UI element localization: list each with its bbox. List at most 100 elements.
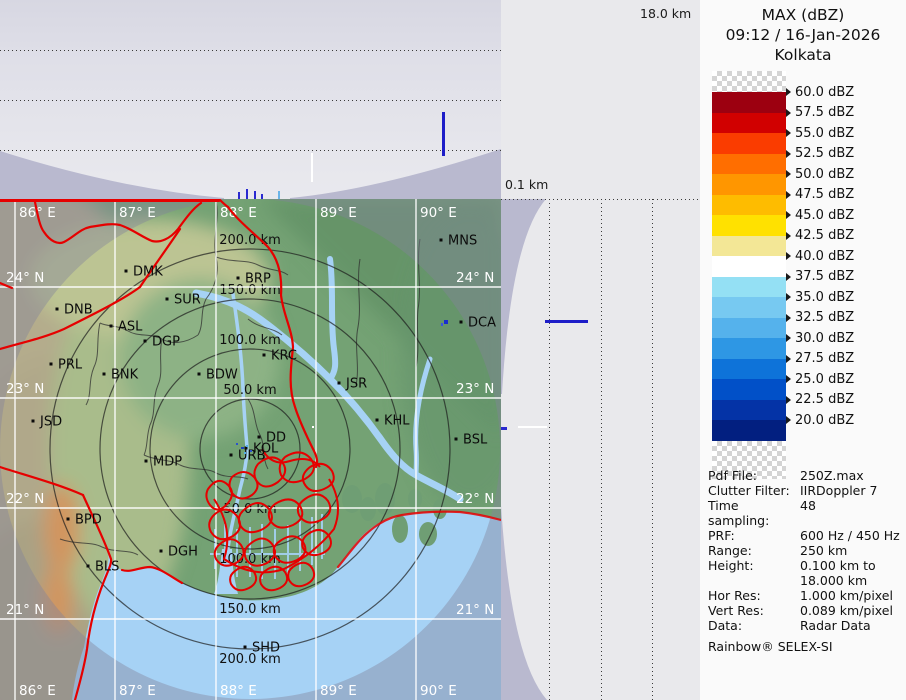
city-label: BDW: [206, 368, 238, 383]
metadata-value: 0.100 km to 18.000 km: [800, 558, 904, 588]
metadata-row: Pdf File:250Z.max: [708, 468, 904, 483]
colorbar-tick: 55.0 dBZ: [786, 125, 854, 141]
city-label: BLS: [95, 560, 119, 575]
city-dot: [198, 373, 201, 376]
height-gridline-v-5km: [549, 199, 550, 700]
height-gridline-v-15km: [652, 199, 653, 700]
city-label: DGH: [168, 545, 198, 560]
legend-title-block: MAX (dBZ) 09:12 / 16-Jan-2026 Kolkata: [700, 5, 906, 65]
tick-label: 42.5 dBZ: [795, 228, 854, 243]
range-ring-label: 200.0 km: [219, 233, 281, 248]
city-dot: [230, 454, 233, 457]
tick-label: 45.0 dBZ: [795, 208, 854, 223]
city-dot: [56, 308, 59, 311]
colorbar-tick: 30.0 dBZ: [786, 330, 854, 346]
city-dot: [237, 277, 240, 280]
city-label: SHD: [252, 641, 280, 656]
colorbar-band: [712, 297, 786, 318]
tick-label: 40.0 dBZ: [795, 249, 854, 264]
metadata-row: Hor Res:1.000 km/pixel: [708, 588, 904, 603]
height-axis-min-label: 0.1 km: [505, 177, 548, 192]
radar-echo: [250, 450, 252, 452]
tick-arrow-icon: [786, 232, 791, 240]
city-label: DMK: [133, 265, 163, 280]
ppi-map: 50.0 km50.0 km100.0 km100.0 km150.0 km15…: [0, 199, 501, 700]
range-ring-label: 50.0 km: [223, 383, 276, 398]
latitude-label: 24° N: [6, 270, 44, 286]
city-label: MDP: [153, 455, 182, 470]
city-label: DNB: [64, 303, 93, 318]
metadata-label: PRF:: [708, 528, 800, 543]
colorbar-band: [712, 154, 786, 175]
city-label: BSL: [463, 433, 488, 448]
colorbar: [712, 71, 786, 479]
colorbar-tick: 27.5 dBZ: [786, 351, 854, 367]
city-dot: [455, 438, 458, 441]
tick-label: 37.5 dBZ: [795, 269, 854, 284]
metadata-row: Clutter Filter:IIRDoppler 7: [708, 483, 904, 498]
city-label: MNS: [448, 234, 477, 249]
metadata-row: Range:250 km: [708, 543, 904, 558]
radar-echo-projection: [501, 427, 507, 430]
metadata-label: Clutter Filter:: [708, 483, 800, 498]
latitude-label: 23° N: [456, 381, 494, 397]
metadata-label: Time sampling:: [708, 498, 800, 528]
city-label: ASL: [118, 320, 143, 335]
radar-echo: [444, 320, 448, 324]
radar-echo-projection: [518, 426, 547, 428]
tick-arrow-icon: [786, 355, 791, 363]
tick-arrow-icon: [786, 191, 791, 199]
radar-echo: [441, 323, 443, 326]
metadata-value: IIRDoppler 7: [800, 483, 904, 498]
tick-arrow-icon: [786, 314, 791, 322]
city-dot: [87, 565, 90, 568]
city-dot: [258, 436, 261, 439]
colorbar-band: [712, 215, 786, 236]
city-dot: [50, 363, 53, 366]
city-dot: [125, 270, 128, 273]
colorbar-tick: 47.5 dBZ: [786, 187, 854, 203]
height-gridline-15km: [0, 50, 501, 51]
product-title: MAX (dBZ): [700, 5, 906, 25]
city-dot: [244, 646, 247, 649]
metadata-label: Range:: [708, 543, 800, 558]
longitude-label: 87° E: [119, 683, 156, 699]
metadata-value: 48: [800, 498, 904, 528]
colorbar-tick: 42.5 dBZ: [786, 228, 854, 244]
colorbar-band: [712, 113, 786, 134]
city-dot: [145, 460, 148, 463]
colorbar-tick: 20.0 dBZ: [786, 412, 854, 428]
metadata-row: Data:Radar Data: [708, 618, 904, 633]
city-dot: [32, 420, 35, 423]
latitude-label: 24° N: [456, 270, 494, 286]
city-dot: [110, 325, 113, 328]
radar-echo-projection: [246, 189, 248, 199]
colorbar-band: [712, 92, 786, 113]
longitude-label: 90° E: [420, 683, 457, 699]
colorbar-band: [712, 338, 786, 359]
product-timestamp: 09:12 / 16-Jan-2026: [700, 25, 906, 45]
radar-echo-projection: [238, 192, 240, 199]
radar-echo-projection: [545, 320, 588, 323]
city-dot: [263, 354, 266, 357]
legend-panel: MAX (dBZ) 09:12 / 16-Jan-2026 Kolkata 60…: [700, 0, 906, 700]
longitude-label: 90° E: [420, 205, 457, 221]
radar-echo: [244, 452, 246, 454]
metadata-row: PRF:600 Hz / 450 Hz: [708, 528, 904, 543]
height-axis-max-label: 18.0 km: [640, 6, 691, 21]
colorbar-band: [712, 318, 786, 339]
tick-label: 55.0 dBZ: [795, 126, 854, 141]
colorbar-band: [712, 379, 786, 400]
metadata-rows: Pdf File:250Z.maxClutter Filter:IIRDoppl…: [708, 468, 904, 633]
colorbar-tick: 22.5 dBZ: [786, 392, 854, 408]
latitude-label: 21° N: [456, 602, 494, 618]
longitude-label: 86° E: [19, 683, 56, 699]
station-name: Kolkata: [700, 45, 906, 65]
metadata-label: Data:: [708, 618, 800, 633]
tick-label: 35.0 dBZ: [795, 290, 854, 305]
metadata-row: Time sampling:48: [708, 498, 904, 528]
colorbar-tick: 52.5 dBZ: [786, 146, 854, 162]
colorbar-tick: 25.0 dBZ: [786, 371, 854, 387]
map-canvas: 50.0 km50.0 km100.0 km100.0 km150.0 km15…: [0, 199, 501, 700]
radar-echo-projection: [278, 191, 280, 199]
